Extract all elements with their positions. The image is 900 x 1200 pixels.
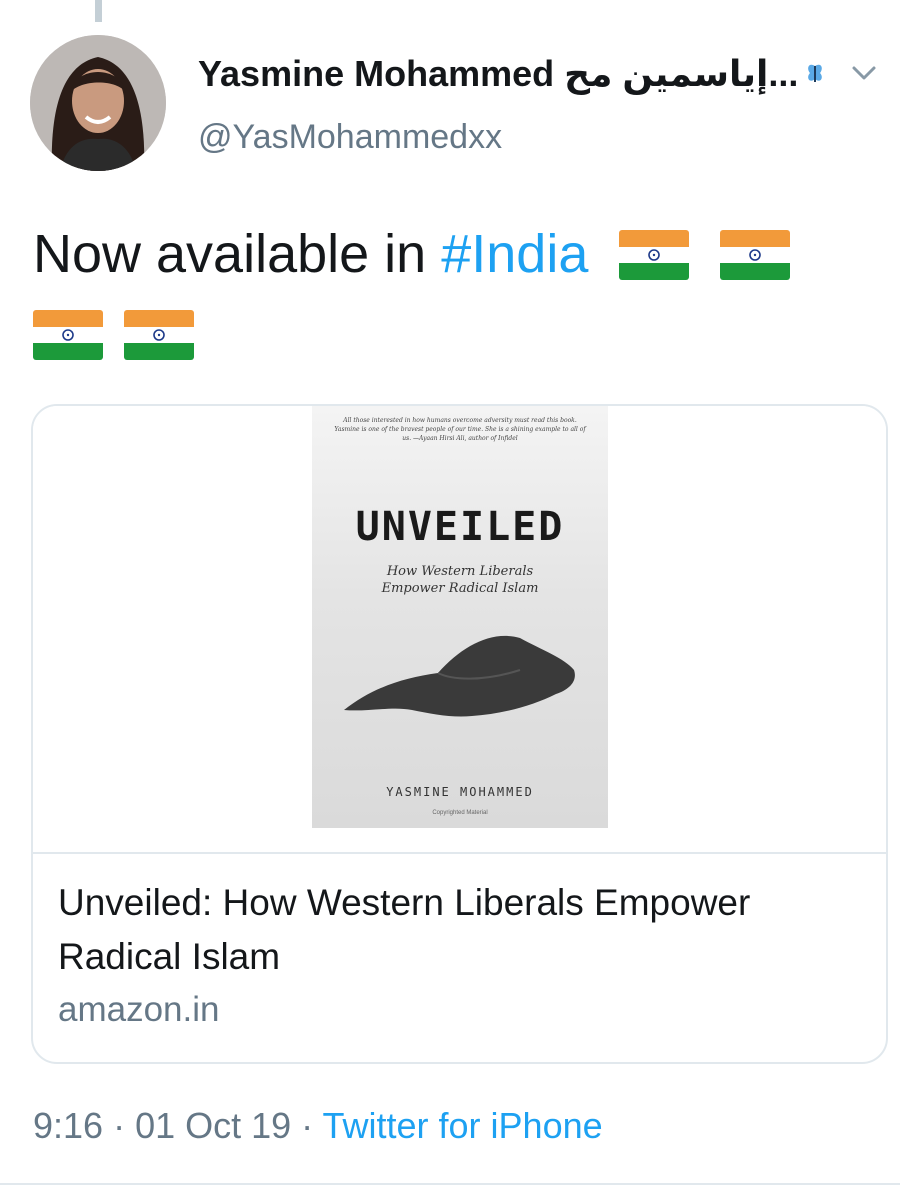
avatar[interactable] — [30, 35, 166, 171]
tweet-time[interactable]: 9:16 — [33, 1105, 103, 1146]
thread-connector-line — [95, 0, 102, 22]
tweet-date[interactable]: 01 Oct 19 — [135, 1105, 291, 1146]
author-display-name[interactable]: Yasmine Mohammed إياسمين مح... — [198, 53, 798, 95]
author-name-row: Yasmine Mohammed إياسمين مح... — [198, 48, 880, 100]
tweet-metadata: 9:16 · 01 Oct 19 · Twitter for iPhone — [33, 1105, 603, 1147]
card-title[interactable]: Unveiled: How Western Liberals Empower R… — [58, 876, 858, 984]
book-subtitle-line1: How Western Liberals — [386, 564, 534, 579]
card-image[interactable]: All those interested in how humans overc… — [33, 406, 886, 854]
tweet-text: Now available in #India — [33, 214, 873, 374]
card-domain[interactable]: amazon.in — [58, 990, 858, 1030]
butterfly-emoji-icon — [808, 64, 823, 82]
india-flag-icon — [619, 229, 690, 280]
meta-separator: · — [291, 1105, 323, 1146]
link-preview-card[interactable]: All those interested in how humans overc… — [31, 404, 888, 1064]
book-subtitle-line2: Empower Radical Islam — [381, 581, 539, 596]
card-body[interactable]: Unveiled: How Western Liberals Empower R… — [58, 876, 858, 1030]
hashtag-link[interactable]: #India — [441, 224, 588, 284]
india-flag-icon — [33, 309, 103, 360]
book-title: UNVEILED — [355, 504, 565, 550]
avatar-photo-icon — [30, 35, 166, 171]
book-cover: All those interested in how humans overc… — [312, 406, 608, 828]
author-handle[interactable]: @YasMohammedxx — [198, 118, 502, 157]
meta-separator: · — [103, 1105, 136, 1146]
veil-illustration-icon — [344, 635, 575, 717]
tweet-text-prefix: Now available in — [33, 224, 442, 284]
india-flag-icon — [720, 229, 791, 280]
book-subtitle: How Western Liberals Empower Radical Isl… — [312, 563, 608, 597]
book-copyright: Copyrighted Material — [432, 810, 488, 816]
india-flag-icon — [124, 309, 195, 360]
tweet-source-link[interactable]: Twitter for iPhone — [323, 1105, 603, 1146]
book-blurb: All those interested in how humans overc… — [334, 417, 586, 442]
divider — [0, 1183, 900, 1185]
chevron-down-icon[interactable] — [850, 62, 878, 84]
book-author: YASMINE MOHAMMED — [386, 785, 534, 799]
